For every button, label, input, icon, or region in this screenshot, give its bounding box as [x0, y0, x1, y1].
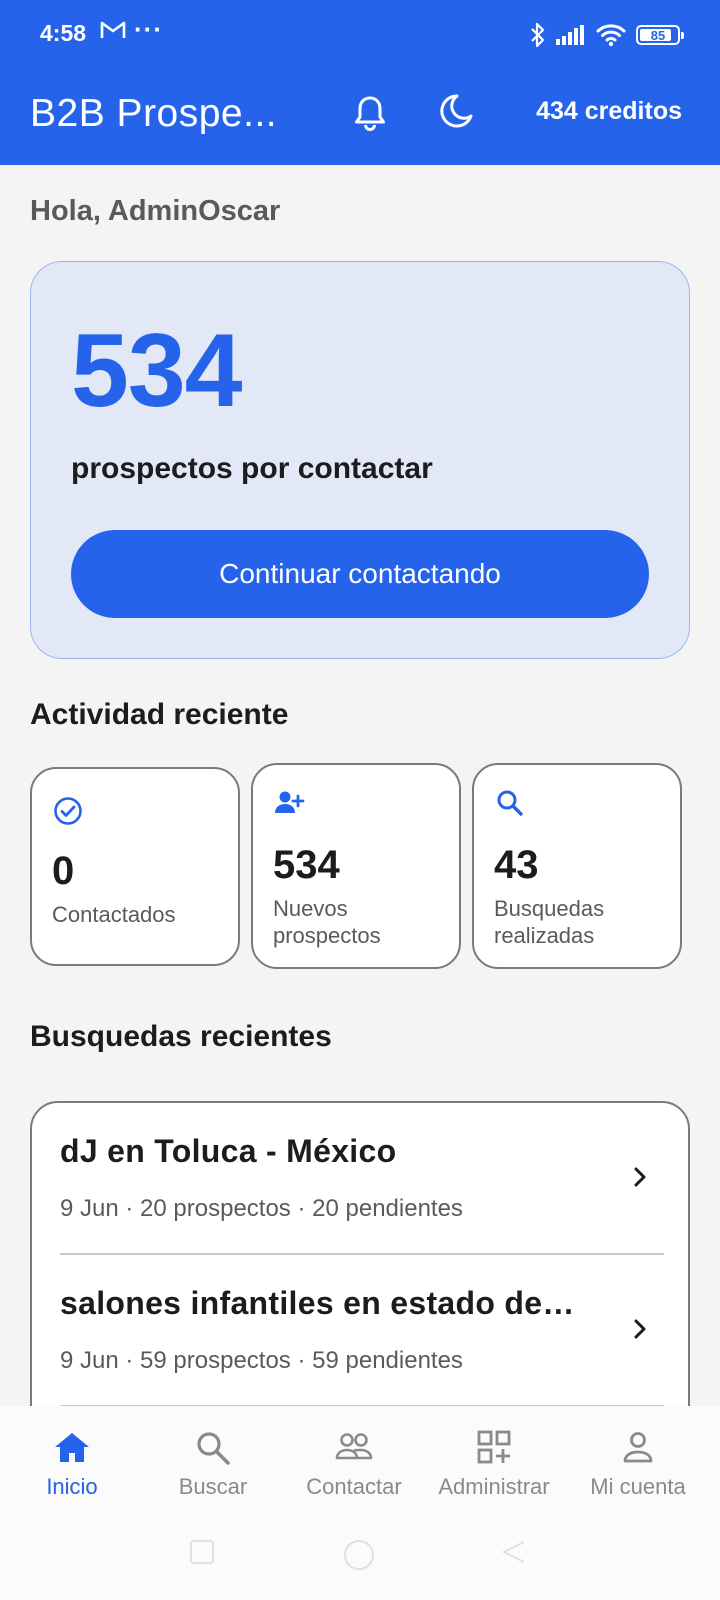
nav-item-buscar[interactable]: Buscar: [141, 1416, 285, 1506]
recent-search-item[interactable]: salones infantiles en estado de… 9 Jun ·…: [60, 1255, 664, 1407]
stat-label: Contactados: [52, 902, 176, 927]
nav-item-inicio[interactable]: Inicio: [0, 1416, 144, 1506]
app-bar: 4:58 ··· 85 B2B Prospe... 434 creditos: [0, 0, 720, 165]
recent-search-item[interactable]: dJ en Toluca - México 9 Jun · 20 prospec…: [60, 1103, 664, 1255]
person-add-icon: [275, 791, 305, 813]
nav-label: Administrar: [438, 1474, 550, 1499]
battery-icon: 85: [636, 25, 684, 45]
system-navigation-bar: [0, 1510, 720, 1600]
person-icon: [623, 1432, 653, 1463]
search-name: dJ en Toluca - México: [60, 1133, 397, 1169]
nav-item-mi-cuenta[interactable]: Mi cuenta: [566, 1416, 710, 1506]
stat-card-contacted[interactable]: 0 Contactados: [30, 767, 240, 966]
prospects-summary-card: 534 prospectos por contactar Continuar c…: [30, 261, 690, 659]
stat-card-searches[interactable]: 43 Busquedas realizadas: [472, 763, 682, 969]
search-meta: 9 Jun · 59 prospectos · 59 pendientes: [60, 1347, 463, 1374]
status-time: 4:58: [40, 20, 87, 46]
recent-searches-list: dJ en Toluca - México 9 Jun · 20 prospec…: [30, 1101, 690, 1441]
status-bar: 4:58 ··· 85: [0, 0, 720, 72]
grid-add-icon: [477, 1430, 511, 1464]
search-meta: 9 Jun · 20 prospectos · 20 pendientes: [60, 1195, 463, 1222]
recent-searches-title: Busquedas recientes: [30, 1020, 332, 1053]
stat-label: Busquedas realizadas: [494, 896, 605, 948]
app-title: B2B Prospe...: [30, 92, 278, 135]
stat-card-new-prospects[interactable]: 534 Nuevos prospectos: [251, 763, 461, 969]
wifi-icon: [596, 24, 626, 47]
status-icons: 85: [530, 20, 684, 50]
chevron-right-icon: [634, 1167, 646, 1187]
recents-button[interactable]: [188, 1538, 216, 1571]
back-button[interactable]: [500, 1538, 528, 1571]
greeting-text: Hola, AdminOscar: [30, 195, 281, 227]
chevron-right-icon: [634, 1319, 646, 1339]
more-notifications-icon: ···: [134, 14, 163, 44]
battery-level: 85: [650, 27, 666, 43]
nav-item-contactar[interactable]: Contactar: [282, 1416, 426, 1506]
nav-label: Inicio: [46, 1474, 98, 1499]
search-name: salones infantiles en estado de…: [60, 1285, 575, 1321]
search-icon: [197, 1432, 230, 1465]
check-circle-icon: [54, 797, 82, 825]
search-icon: [497, 790, 523, 816]
nav-item-administrar[interactable]: Administrar: [422, 1416, 566, 1506]
credits-counter[interactable]: 434 creditos: [536, 97, 682, 126]
people-icon: [335, 1433, 373, 1460]
nav-label: Mi cuenta: [590, 1474, 686, 1499]
home-button[interactable]: [342, 1538, 376, 1577]
prospects-count: 534: [71, 313, 243, 429]
continue-contacting-button[interactable]: Continuar contactando: [71, 530, 649, 618]
stat-label: Nuevos prospectos: [273, 896, 381, 948]
bell-icon[interactable]: [352, 94, 388, 132]
stat-value: 43: [494, 843, 539, 887]
bluetooth-icon: [531, 22, 545, 48]
stat-value: 534: [273, 843, 340, 887]
prospects-subtitle: prospectos por contactar: [71, 452, 433, 485]
stat-value: 0: [52, 849, 75, 893]
nav-label: Buscar: [178, 1474, 248, 1499]
dark-mode-icon[interactable]: [437, 92, 475, 130]
home-icon: [55, 1433, 89, 1462]
activity-section-title: Actividad reciente: [30, 698, 289, 731]
nav-label: Contactar: [306, 1474, 402, 1499]
signal-icon: [556, 25, 584, 45]
gmail-icon: [100, 20, 126, 46]
